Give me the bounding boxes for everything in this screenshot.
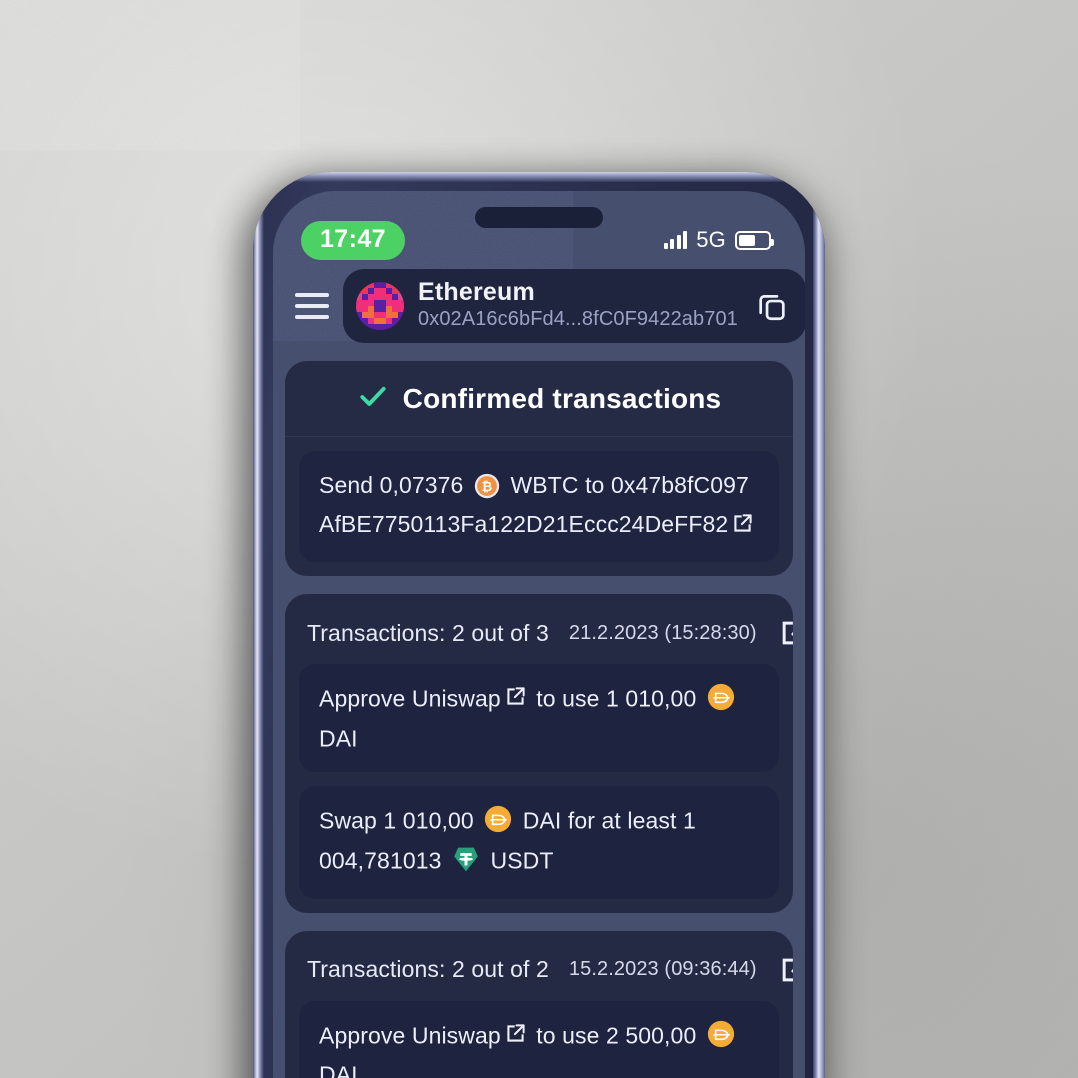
phone-frame-left-edge	[253, 172, 264, 1078]
confirmed-entries: Send 0,07376 ₿ WBTC to 0x47b8fC097AfBE77…	[285, 437, 793, 576]
transaction-count-label: Transactions: 2 out of 3	[307, 619, 549, 646]
external-link-icon[interactable]	[777, 953, 793, 987]
check-icon	[357, 380, 389, 417]
confirmed-entry[interactable]: Send 0,07376 ₿ WBTC to 0x47b8fC097AfBE77…	[299, 451, 779, 563]
app-content: Ethereum 0x02A16c6bFd4...8fC0F9422ab701	[273, 269, 805, 1078]
transaction-count-label: Transactions: 2 out of 2	[307, 956, 549, 983]
external-link-icon[interactable]	[730, 511, 755, 545]
step-text: DAI	[319, 1061, 358, 1078]
step-text: DAI	[319, 724, 358, 751]
battery-icon	[735, 230, 774, 250]
copy-icon[interactable]	[752, 289, 792, 323]
confirmed-transactions-card: Confirmed transactions Send 0,07376 ₿ WB…	[285, 361, 793, 577]
transaction-group-header: Transactions: 2 out of 2 15.2.2023 (09:3…	[285, 931, 793, 1001]
wbtc-icon: ₿	[474, 473, 500, 508]
hamburger-icon[interactable]	[295, 293, 329, 319]
transaction-step[interactable]: Approve Uniswap to use 1 010,00 DAI	[299, 664, 779, 773]
step-text: Approve Uniswap	[319, 685, 501, 712]
dai-icon	[484, 805, 512, 842]
transaction-date: 15.2.2023 (09:36:44)	[568, 958, 757, 981]
send-middle: to	[585, 472, 605, 498]
transaction-step[interactable]: Swap 1 010,00 DAI for at least 1 004,781…	[299, 786, 779, 899]
transaction-group-header: Transactions: 2 out of 3 21.2.2023 (15:2…	[285, 594, 793, 664]
phone-frame-top-edge	[253, 172, 825, 182]
usdt-icon	[452, 845, 480, 882]
wallet-text-block: Ethereum 0x02A16c6bFd4...8fC0F9422ab701	[418, 277, 738, 334]
transaction-step-list: Approve Uniswap to use 2 500,00 DAISwap …	[285, 1000, 793, 1078]
send-prefix: Send 0,07376	[319, 472, 464, 498]
dai-icon	[707, 1020, 735, 1057]
transaction-step[interactable]: Approve Uniswap to use 2 500,00 DAI	[299, 1000, 779, 1078]
transaction-step-list: Approve Uniswap to use 1 010,00 DAI Swap …	[285, 664, 793, 913]
dai-icon	[707, 683, 735, 720]
external-link-icon[interactable]	[777, 616, 793, 650]
send-token: WBTC	[510, 472, 579, 498]
confirmed-header: Confirmed transactions	[285, 361, 793, 437]
step-text: to use 2 500,00	[529, 1022, 703, 1049]
avatar-identicon	[356, 282, 404, 330]
step-text: Approve Uniswap	[319, 1022, 501, 1049]
status-bar: 17:47 5G	[273, 217, 805, 263]
wallet-account-card[interactable]: Ethereum 0x02A16c6bFd4...8fC0F9422ab701	[343, 269, 805, 343]
network-type-label: 5G	[696, 227, 726, 252]
status-time: 17:47	[301, 220, 405, 260]
step-text: Swap 1 010,00	[319, 807, 481, 834]
transaction-group-card: Transactions: 2 out of 2 15.2.2023 (09:3…	[285, 930, 793, 1078]
phone-screen: 17:47 5G Ethereum 0x02A16c6bFd4...8fC0F9…	[273, 191, 805, 1078]
external-link-icon[interactable]	[503, 1021, 528, 1055]
external-link-icon[interactable]	[503, 684, 528, 718]
phone-frame-right-edge	[813, 172, 825, 1078]
chain-name: Ethereum	[418, 277, 535, 306]
step-text: to use 1 010,00	[529, 685, 703, 712]
background-grain-texture	[0, 0, 300, 150]
signal-strength-icon	[663, 231, 688, 249]
phone-device: 17:47 5G Ethereum 0x02A16c6bFd4...8fC0F9…	[253, 172, 825, 1078]
wallet-header: Ethereum 0x02A16c6bFd4...8fC0F9422ab701	[285, 269, 805, 343]
status-indicators: 5G	[663, 227, 774, 253]
transaction-groups: Transactions: 2 out of 3 21.2.2023 (15:2…	[285, 594, 793, 1078]
confirmed-title: Confirmed transactions	[402, 382, 722, 414]
svg-text:₿: ₿	[482, 480, 493, 495]
wallet-address: 0x02A16c6bFd4...8fC0F9422ab701	[418, 308, 738, 331]
transaction-date: 21.2.2023 (15:28:30)	[568, 621, 757, 644]
step-text: USDT	[484, 846, 554, 873]
transaction-group-card: Transactions: 2 out of 3 21.2.2023 (15:2…	[285, 594, 793, 913]
